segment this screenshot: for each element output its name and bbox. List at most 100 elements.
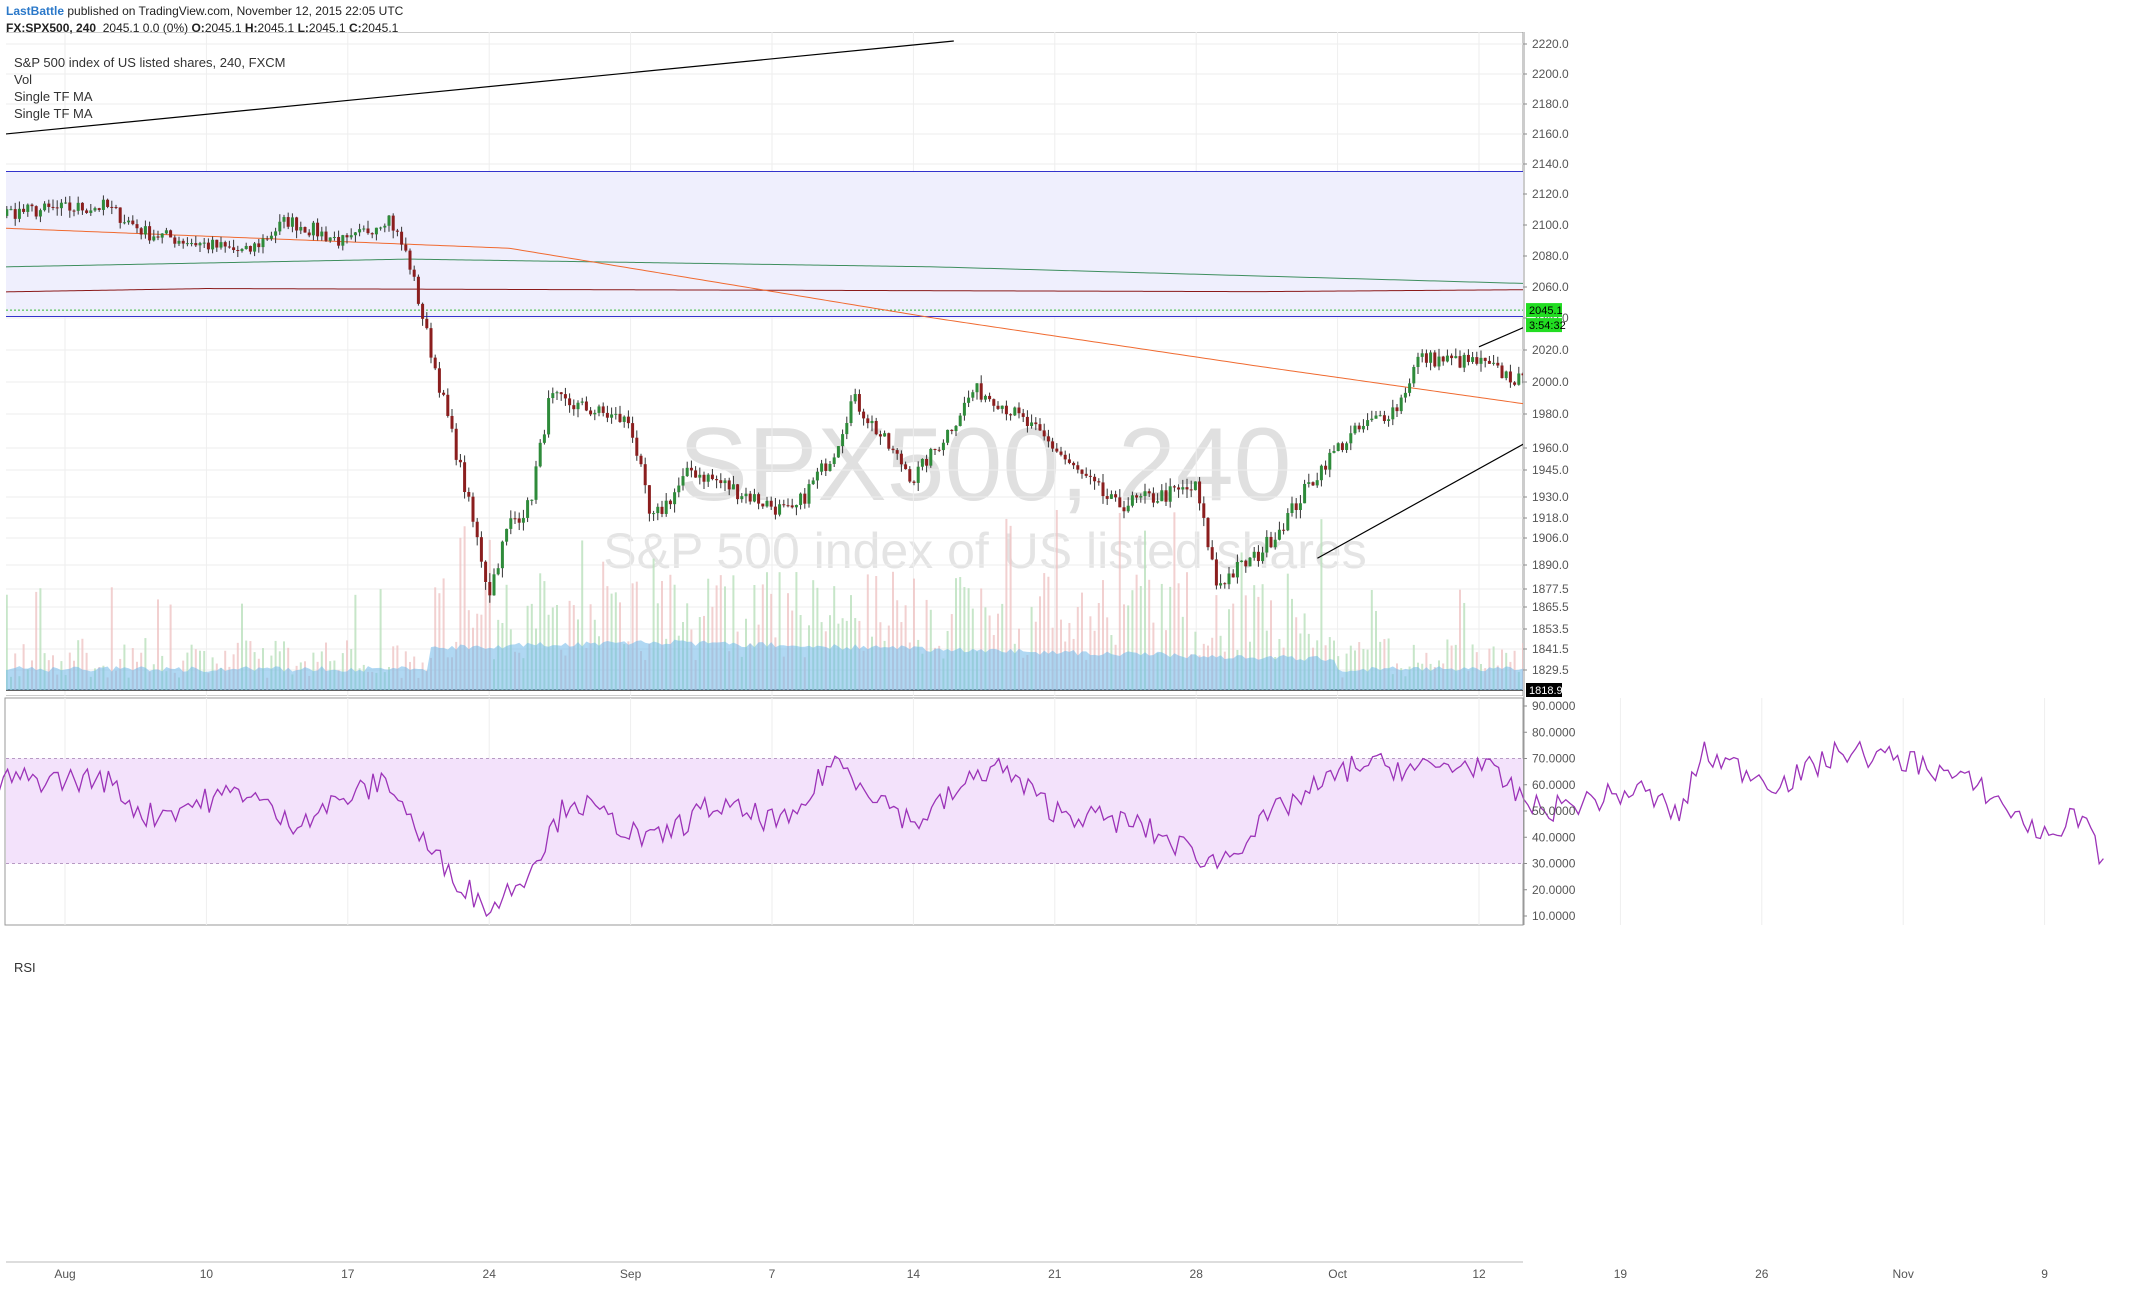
candle-body bbox=[1761, 262, 1764, 269]
candle-body bbox=[1038, 424, 1042, 431]
candle-body bbox=[1193, 481, 1197, 491]
volume-bar bbox=[1795, 646, 1797, 690]
candle-body bbox=[1778, 264, 1781, 277]
candle-body bbox=[1240, 560, 1244, 562]
volume-bar bbox=[2030, 659, 2032, 690]
volume-bar bbox=[1665, 655, 1667, 690]
candle-body bbox=[563, 394, 567, 399]
candle-body bbox=[996, 405, 1000, 409]
volume-bar bbox=[1770, 660, 1772, 690]
candle-body bbox=[698, 474, 702, 478]
candle-body bbox=[1084, 473, 1088, 476]
candle-body bbox=[1403, 392, 1407, 398]
volume-bar bbox=[1761, 668, 1763, 690]
candle-body bbox=[925, 458, 929, 466]
candle-body bbox=[1685, 327, 1688, 343]
candle-body bbox=[1942, 220, 1945, 227]
rsi-tick-label: 70.0000 bbox=[1532, 752, 1576, 766]
volume-bar bbox=[1929, 670, 1931, 690]
candle-body bbox=[601, 406, 605, 413]
legend-item-ma-2[interactable]: Single TF MA bbox=[14, 105, 285, 122]
volume-bar bbox=[1757, 666, 1759, 690]
volume-bar bbox=[1715, 650, 1717, 690]
candle-body bbox=[194, 243, 198, 246]
candle-body bbox=[1580, 351, 1583, 354]
candle-body bbox=[160, 233, 164, 238]
candle-body bbox=[328, 237, 332, 241]
candle-body bbox=[337, 237, 341, 246]
volume-bar bbox=[1904, 665, 1906, 690]
candle-body bbox=[908, 469, 912, 482]
volume-bar bbox=[1896, 678, 1898, 690]
candle-body bbox=[2055, 259, 2058, 260]
candle-body bbox=[929, 448, 933, 466]
legend-item-vol[interactable]: Vol bbox=[14, 71, 285, 88]
candle-body bbox=[379, 227, 383, 229]
candle-body bbox=[1298, 503, 1302, 511]
x-tick-label: 26 bbox=[1755, 1267, 1769, 1281]
volume-bar bbox=[1887, 672, 1889, 690]
candle-body bbox=[311, 222, 315, 236]
candle-body bbox=[286, 217, 290, 227]
candle-body bbox=[1475, 357, 1479, 364]
candle-body bbox=[1374, 415, 1378, 419]
candle-body bbox=[1690, 307, 1693, 327]
volume-bar bbox=[1850, 648, 1852, 690]
legend-title[interactable]: S&P 500 index of US listed shares, 240, … bbox=[14, 54, 285, 71]
volume-bar bbox=[2026, 662, 2028, 690]
candle-body bbox=[1786, 272, 1789, 276]
volume-bar bbox=[1673, 612, 1675, 690]
volume-bar bbox=[1682, 653, 1684, 690]
volume-bar bbox=[2051, 675, 2053, 690]
candle-body bbox=[920, 458, 924, 467]
volume-bar bbox=[1602, 657, 1604, 690]
volume-bar bbox=[1707, 647, 1709, 690]
legend-item-ma-1[interactable]: Single TF MA bbox=[14, 88, 285, 105]
candle-body bbox=[597, 406, 601, 413]
volume-bar bbox=[2068, 665, 2070, 690]
candle-body bbox=[370, 233, 374, 235]
candle-body bbox=[2000, 237, 2003, 238]
rsi-panel-label[interactable]: RSI bbox=[14, 960, 36, 975]
candle-body bbox=[1030, 422, 1034, 427]
candle-body bbox=[148, 226, 152, 241]
consolidation-box bbox=[2045, 241, 2126, 267]
candle-body bbox=[626, 416, 630, 424]
candle-body bbox=[248, 245, 252, 252]
candle-body bbox=[232, 247, 236, 251]
legend: S&P 500 index of US listed shares, 240, … bbox=[14, 54, 285, 122]
y-tick-label: 2100.0 bbox=[1532, 218, 1569, 232]
candle-body bbox=[1471, 357, 1475, 362]
candle-body bbox=[2009, 238, 2012, 243]
candle-body bbox=[584, 401, 588, 411]
candle-body bbox=[962, 402, 966, 416]
candle-body bbox=[681, 476, 685, 486]
candle-body bbox=[278, 221, 282, 232]
volume-bar bbox=[1644, 645, 1646, 690]
y-tick-label: 2180.0 bbox=[1532, 97, 1569, 111]
candle-body bbox=[454, 428, 458, 460]
chart-canvas[interactable]: SPX500, 240 S&P 500 index of US listed s… bbox=[0, 0, 2137, 1291]
volume-bar bbox=[1866, 677, 1868, 690]
candle-body bbox=[240, 249, 244, 252]
candle-body bbox=[1126, 505, 1130, 512]
candle-body bbox=[1664, 348, 1667, 351]
volume-bar bbox=[1585, 660, 1587, 690]
candle-body bbox=[1034, 422, 1038, 425]
volume-bar bbox=[1946, 643, 1948, 690]
candle-body bbox=[895, 450, 899, 454]
candle-body bbox=[211, 239, 215, 250]
candle-body bbox=[1845, 227, 1848, 230]
volume-bar bbox=[1845, 650, 1847, 690]
y-tick-label: 1829.5 bbox=[1532, 663, 1569, 677]
volume-bar bbox=[1661, 675, 1663, 690]
candle-body bbox=[589, 410, 593, 415]
candle-body bbox=[1097, 481, 1101, 483]
candle-body bbox=[2026, 248, 2029, 251]
candle-body bbox=[526, 500, 530, 518]
rsi-tick-label: 50.0000 bbox=[1532, 804, 1576, 818]
candle-body bbox=[1021, 413, 1025, 417]
candle-body bbox=[395, 230, 399, 232]
candle-body bbox=[593, 412, 597, 415]
candle-body bbox=[1307, 482, 1311, 484]
